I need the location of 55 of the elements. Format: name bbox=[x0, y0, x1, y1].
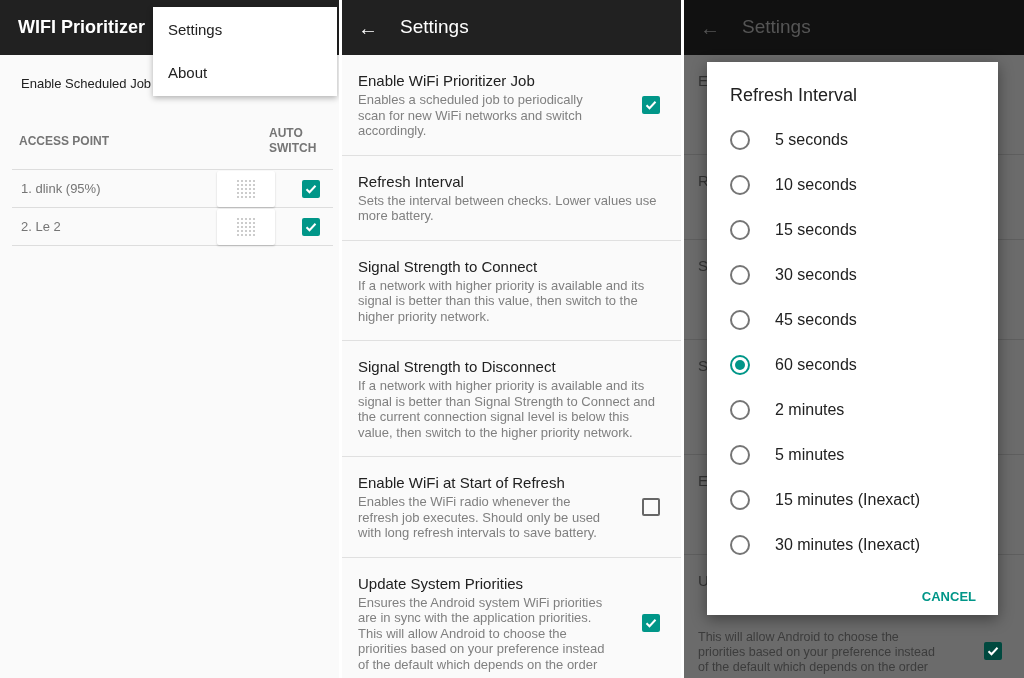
checkbox[interactable] bbox=[302, 217, 320, 236]
setting-title: Signal Strength to Disconnect bbox=[358, 357, 557, 376]
radio-option[interactable]: 2 minutes bbox=[707, 387, 998, 432]
radio-option[interactable]: 30 seconds bbox=[707, 252, 998, 297]
radio-button[interactable] bbox=[730, 309, 750, 330]
radio-button[interactable] bbox=[730, 264, 750, 285]
back-button[interactable]: ← bbox=[358, 17, 378, 38]
setting-description: If a network with higher priority is available and its signal is better than this value, then switch to the higher priority network. bbox=[358, 277, 646, 324]
setting-description: Sets the interval between checks. Lower values use more battery. bbox=[358, 192, 658, 224]
radio-button[interactable] bbox=[730, 219, 750, 240]
checkbox[interactable] bbox=[302, 179, 320, 198]
radio-option[interactable]: 5 minutes bbox=[707, 432, 998, 477]
dialog-title: Refresh Interval bbox=[729, 84, 859, 107]
column-header: AUTO SWITCH bbox=[269, 125, 318, 156]
column-header: ACCESS POINT bbox=[19, 132, 109, 150]
checkbox[interactable] bbox=[984, 641, 1002, 660]
cancel-button[interactable]: CANCEL bbox=[921, 587, 976, 607]
radio-option[interactable]: 10 seconds bbox=[707, 162, 998, 207]
drag-handle[interactable] bbox=[217, 170, 275, 207]
checkbox[interactable] bbox=[642, 613, 660, 632]
setting-title: Update System Priorities bbox=[358, 573, 525, 593]
radio-button[interactable] bbox=[730, 354, 750, 375]
radio-button[interactable] bbox=[730, 399, 750, 420]
radio-button[interactable] bbox=[730, 174, 750, 195]
drag-handle[interactable] bbox=[217, 208, 275, 245]
setting-description: Enables the WiFi radio whenever the refresh job executes. Should only be used with long refresh intervals to save battery. bbox=[358, 494, 602, 541]
checkbox[interactable] bbox=[642, 497, 660, 516]
radio-option[interactable]: 5 seconds bbox=[707, 117, 998, 162]
setting-title: Signal Strength to Connect bbox=[358, 256, 539, 276]
screen-title: Settings bbox=[400, 15, 469, 40]
checkbox[interactable] bbox=[642, 95, 660, 114]
access-point-name: 1. dlink (95%) bbox=[20, 179, 102, 198]
radio-button[interactable] bbox=[730, 129, 750, 150]
radio-button[interactable] bbox=[730, 534, 750, 555]
radio-option[interactable]: 45 seconds bbox=[707, 297, 998, 342]
grid-dots-icon bbox=[236, 216, 256, 237]
radio-button[interactable] bbox=[730, 444, 750, 465]
setting-title: Refresh Interval bbox=[358, 171, 465, 191]
setting-label: Enable Scheduled Job bbox=[21, 74, 152, 93]
setting-title: Enable WiFi at Start of Refresh bbox=[358, 473, 566, 492]
screen-title: Settings bbox=[742, 15, 811, 40]
access-point-name: 2. Le 2 bbox=[20, 217, 62, 236]
radio-option[interactable]: 15 minutes (Inexact) bbox=[707, 477, 998, 522]
menu-item[interactable]: Settings bbox=[153, 11, 337, 50]
app-title: WIFI Prioritizer bbox=[18, 16, 145, 39]
radio-button[interactable] bbox=[730, 489, 750, 510]
grid-dots-icon bbox=[236, 178, 256, 199]
setting-title: Enable WiFi Prioritizer Job bbox=[358, 71, 536, 90]
radio-option[interactable]: 60 seconds bbox=[707, 342, 998, 387]
radio-option[interactable]: 30 minutes (Inexact) bbox=[707, 522, 998, 567]
menu-item[interactable]: About bbox=[153, 53, 337, 92]
setting-description: Enables a scheduled job to periodically scan for new WiFi networks and switch accordingly. bbox=[358, 92, 584, 139]
setting-description: If a network with higher priority is available and its signal is better than Signal Strength to Connect and the current connection signal level is below this value, then switch to the higher priority network. bbox=[358, 378, 657, 440]
setting-description: Ensures the Android system WiFi priorities are in sync with the application priorities. This will allow Android to choose the priorities based on your preference instead of the default which depends on the order bbox=[358, 594, 606, 672]
radio-option[interactable]: 15 seconds bbox=[707, 207, 998, 252]
